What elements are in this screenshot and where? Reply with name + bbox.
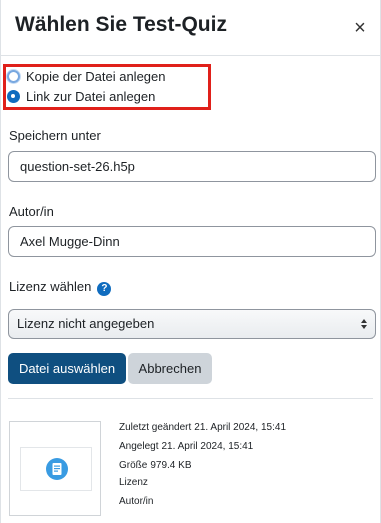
file-preview <box>9 421 101 516</box>
dialog-title: Wählen Sie Test-Quiz <box>15 13 227 36</box>
save-as-input[interactable]: question-set-26.h5p <box>8 151 376 182</box>
author-info-label: Autor/in <box>119 496 154 507</box>
modified-label: Zuletzt geändert <box>119 422 192 433</box>
author-input[interactable]: Axel Mugge-Dinn <box>8 226 376 257</box>
license-info: Lizenz <box>119 477 148 488</box>
license-label-row: Lizenz wählen? <box>9 279 112 296</box>
link-file-option[interactable]: Link zur Datei anlegen <box>7 89 155 104</box>
link-file-label: Link zur Datei anlegen <box>26 89 156 104</box>
size-label: Größe <box>119 460 148 471</box>
size-value: 979.4 KB <box>150 460 192 471</box>
file-preview-thumbnail <box>20 447 92 491</box>
help-icon[interactable]: ? <box>97 282 112 296</box>
save-as-label: Speichern unter <box>9 128 101 143</box>
close-icon[interactable]: × <box>352 18 368 38</box>
author-info: Autor/in <box>119 496 153 507</box>
modified-info: Zuletzt geändert 21. April 2024, 15:41 <box>119 422 286 433</box>
h5p-file-icon <box>46 458 68 480</box>
cancel-button[interactable]: Abbrechen <box>128 353 212 384</box>
size-info: Größe 979.4 KB <box>119 460 192 471</box>
license-info-label: Lizenz <box>119 477 148 488</box>
copy-file-radio[interactable] <box>7 70 20 83</box>
license-label: Lizenz wählen <box>9 279 92 294</box>
license-select-value: Lizenz nicht angegeben <box>17 316 155 331</box>
modified-value: 21. April 2024, 15:41 <box>194 422 287 433</box>
copy-file-option[interactable]: Kopie der Datei anlegen <box>7 69 166 84</box>
created-label: Angelegt <box>119 441 159 452</box>
copy-file-label: Kopie der Datei anlegen <box>26 69 166 84</box>
license-select[interactable]: Lizenz nicht angegeben <box>8 309 376 339</box>
dialog-header: Wählen Sie Test-Quiz × <box>1 0 380 56</box>
select-file-button[interactable]: Datei auswählen <box>8 353 126 384</box>
created-value: 21. April 2024, 15:41 <box>161 441 254 452</box>
link-file-radio[interactable] <box>7 90 20 103</box>
file-picker-dialog: Wählen Sie Test-Quiz × Kopie der Datei a… <box>0 0 381 523</box>
select-arrows-icon <box>361 319 367 329</box>
created-info: Angelegt 21. April 2024, 15:41 <box>119 441 253 452</box>
author-label: Autor/in <box>9 204 54 219</box>
divider <box>8 398 373 399</box>
